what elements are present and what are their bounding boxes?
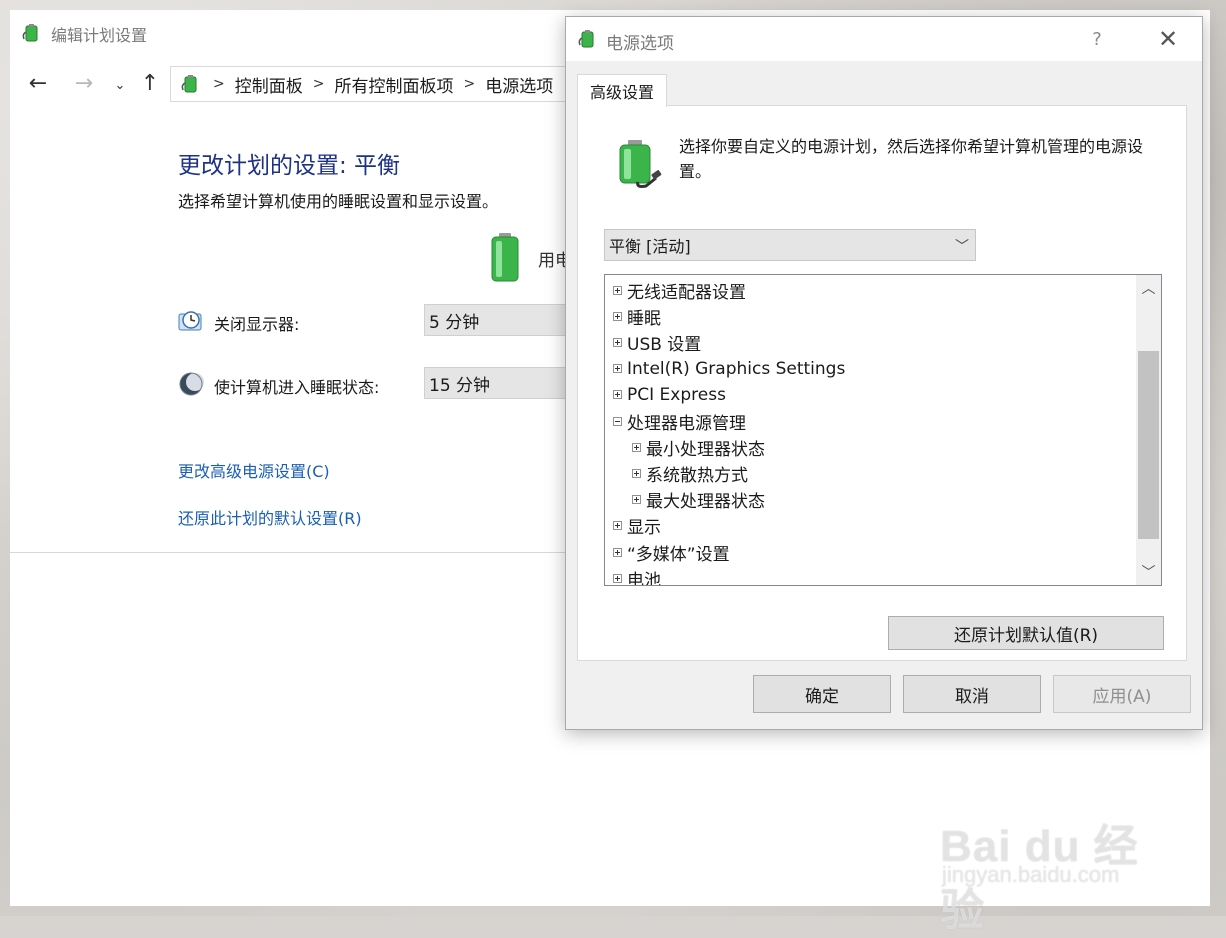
restore-defaults-link[interactable]: 还原此计划的默认设置(R) (178, 505, 362, 529)
chevron-down-icon: ﹀ (955, 239, 969, 255)
tree-item-label: 显示 (627, 518, 661, 539)
expand-icon[interactable] (632, 495, 641, 505)
tree-item-label: Intel(R) Graphics Settings (627, 358, 846, 379)
tree-item[interactable]: 最大处理器状态 (632, 487, 765, 513)
clock-monitor-icon (178, 311, 202, 331)
baidu-watermark-logo: Bai du 经验 jingyan.baidu.com (940, 780, 1170, 935)
power-plan-select[interactable]: 平衡 [活动] ﹀ (604, 229, 976, 261)
address-bar[interactable]: > 控制面板 > 所有控制面板项 > 电源选项 (170, 66, 591, 102)
expand-icon[interactable] (613, 337, 622, 347)
sleep-select[interactable]: 15 分钟 (424, 367, 584, 399)
breadcrumb-power-options[interactable]: 电源选项 (485, 72, 553, 97)
tree-item-label: 最小处理器状态 (646, 439, 765, 460)
settings-tree[interactable]: 无线适配器设置 睡眠 USB 设置 Intel(R) Graphics Setting… (604, 274, 1162, 586)
tree-item[interactable]: 最小处理器状态 (632, 434, 765, 460)
tree-item[interactable]: PCI Express (613, 382, 726, 408)
power-options-dialog: 电源选项 ? ✕ 高级设置 选择你要自定义的电源计划，然后选择你希望计算机管理的… (565, 16, 1203, 730)
tree-item-label: 无线适配器设置 (627, 282, 746, 303)
control-panel-icon (181, 75, 197, 93)
tree-item[interactable]: 处理器电源管理 (613, 408, 746, 434)
page-subtitle: 选择希望计算机使用的睡眠设置和显示设置。 (178, 192, 499, 211)
tree-item-label: 最大处理器状态 (646, 492, 765, 513)
tree-item-label: “多媒体”设置 (627, 544, 730, 565)
tree-item-label: 处理器电源管理 (627, 413, 746, 434)
back-arrow-icon[interactable]: ← (24, 70, 52, 96)
restore-plan-defaults-button[interactable]: 还原计划默认值(R) (888, 616, 1164, 650)
expand-icon[interactable] (613, 390, 622, 400)
chevron-right-icon: > (213, 76, 225, 92)
tree-item-label: 睡眠 (627, 308, 661, 329)
expand-icon[interactable] (613, 573, 622, 583)
dialog-titlebar: 电源选项 ? ✕ (566, 17, 1202, 61)
power-options-icon (578, 30, 594, 48)
turn-off-display-label: 关闭显示器: (214, 315, 300, 334)
help-icon[interactable]: ? (1082, 25, 1112, 53)
tree-item[interactable]: USB 设置 (613, 329, 701, 355)
chevron-right-icon: > (312, 76, 325, 92)
collapse-icon[interactable] (613, 416, 622, 426)
tree-scrollbar[interactable]: ︿ ﹀ (1136, 275, 1161, 585)
power-plan-value: 平衡 [活动] (609, 237, 691, 256)
expand-icon[interactable] (613, 311, 622, 321)
tree-item[interactable]: 无线适配器设置 (613, 277, 746, 303)
watermark-url: jingyan.baidu.com (942, 862, 1120, 887)
chevron-right-icon: > (463, 76, 476, 92)
breadcrumb-all-items[interactable]: 所有控制面板项 (334, 72, 453, 97)
forward-arrow-icon[interactable]: → (70, 70, 98, 96)
tree-item-label: 电池 (627, 570, 661, 586)
tree-item[interactable]: 电池 (613, 565, 661, 586)
turn-off-display-select[interactable]: 5 分钟 (424, 304, 584, 336)
expand-icon[interactable] (613, 285, 622, 295)
tree-item[interactable]: “多媒体”设置 (613, 539, 730, 565)
close-icon[interactable]: ✕ (1150, 25, 1186, 53)
window-title: 编辑计划设置 (51, 26, 148, 45)
up-arrow-icon[interactable]: ↑ (136, 70, 164, 96)
page-title: 更改计划的设置: 平衡 (178, 153, 401, 179)
tree-item[interactable]: 显示 (613, 513, 661, 539)
tab-advanced-settings[interactable]: 高级设置 (577, 74, 667, 107)
expand-icon[interactable] (613, 521, 622, 531)
apply-button[interactable]: 应用(A) (1053, 675, 1191, 713)
moon-sleep-icon (179, 372, 204, 396)
cancel-button[interactable]: 取消 (903, 675, 1041, 713)
tree-item[interactable]: 睡眠 (613, 303, 661, 329)
tree-item[interactable]: Intel(R) Graphics Settings (613, 356, 845, 382)
scroll-up-icon[interactable]: ︿ (1136, 275, 1161, 301)
breadcrumb-control-panel[interactable]: 控制面板 (235, 72, 303, 97)
scroll-down-icon[interactable]: ﹀ (1136, 559, 1161, 585)
tree-item-label: USB 设置 (627, 334, 702, 355)
scroll-thumb[interactable] (1138, 351, 1159, 539)
divider (10, 552, 566, 553)
ok-button[interactable]: 确定 (753, 675, 891, 713)
tree-item-label: PCI Express (627, 384, 726, 405)
expand-icon[interactable] (632, 442, 641, 452)
advanced-settings-panel: 选择你要自定义的电源计划，然后选择你希望计算机管理的电源设置。 平衡 [活动] … (577, 105, 1187, 661)
intro-text: 选择你要自定义的电源计划，然后选择你希望计算机管理的电源设置。 (679, 137, 1144, 181)
expand-icon[interactable] (632, 468, 641, 478)
expand-icon[interactable] (613, 364, 622, 374)
tree-item[interactable]: 系统散热方式 (632, 460, 748, 486)
dialog-title: 电源选项 (606, 34, 674, 54)
expand-icon[interactable] (613, 547, 622, 557)
battery-plugged-icon (491, 233, 519, 282)
recent-locations-chevron-icon[interactable]: ⌄ (106, 72, 134, 98)
tree-item-label: 系统散热方式 (646, 465, 748, 486)
battery-plug-icon (619, 140, 662, 188)
sleep-label: 使计算机进入睡眠状态: (214, 378, 380, 397)
change-advanced-settings-link[interactable]: 更改高级电源设置(C) (178, 458, 330, 482)
power-plan-icon (22, 24, 38, 42)
